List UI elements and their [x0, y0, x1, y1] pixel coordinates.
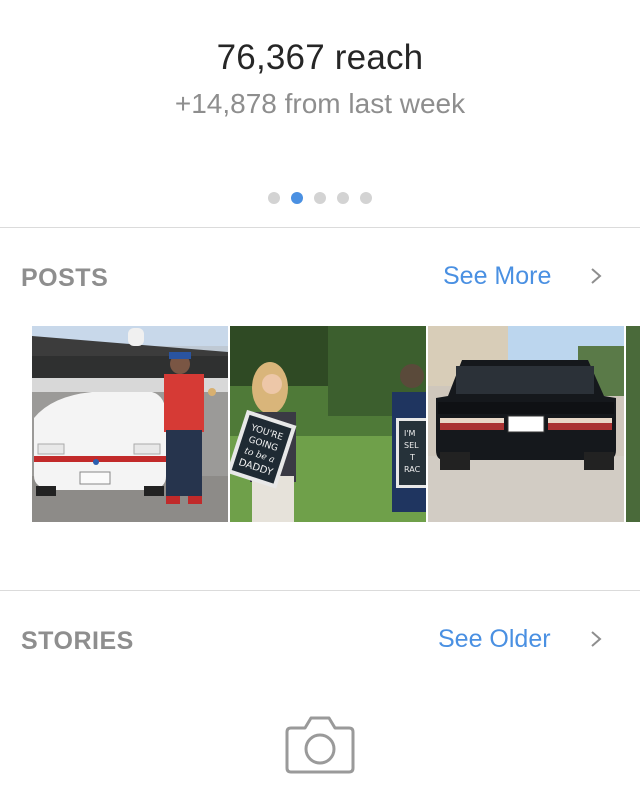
see-more-link[interactable]: See More [443, 262, 551, 291]
post-thumbnail-3[interactable] [428, 326, 624, 522]
posts-title: POSTS [21, 264, 109, 292]
sign2-line-1: I'M [404, 429, 416, 438]
sign2-line-2: SEL [404, 441, 419, 450]
page-dot-4[interactable] [337, 192, 349, 204]
page-dot-2-active[interactable] [291, 192, 303, 204]
carousel-page-indicator[interactable] [0, 192, 640, 204]
chevron-right-icon[interactable] [588, 265, 604, 287]
post-thumbnail-1[interactable] [32, 326, 228, 522]
see-older-link[interactable]: See Older [438, 625, 551, 654]
reach-metric: 76,367 reach +14,878 from last week [0, 38, 640, 120]
sign2-line-3: T [409, 453, 415, 462]
post-thumbnail-4-partial[interactable] [626, 326, 640, 522]
white-convertible-photo-icon [32, 326, 228, 522]
divider [0, 590, 640, 591]
posts-thumbnail-strip[interactable]: YOU'RE GOING to be a DADDY I'M SEL T RAC [32, 326, 640, 522]
divider [0, 227, 640, 228]
chevron-right-icon[interactable] [588, 628, 604, 650]
sign2-line-4: RAC [404, 465, 421, 474]
post-thumbnail-2[interactable]: YOU'RE GOING to be a DADDY I'M SEL T RAC [230, 326, 426, 522]
page-dot-5[interactable] [360, 192, 372, 204]
reach-delta: +14,878 from last week [174, 88, 466, 119]
black-car-rear-photo-icon [428, 326, 624, 522]
stories-title: STORIES [21, 627, 134, 655]
stories-header: STORIES See Older [0, 621, 640, 661]
camera-icon [285, 716, 355, 774]
pregnancy-announcement-photo-icon: YOU'RE GOING to be a DADDY I'M SEL T RAC [230, 326, 426, 522]
page-dot-1[interactable] [268, 192, 280, 204]
reach-value: 76,367 reach [216, 38, 424, 77]
posts-header: POSTS See More [0, 258, 640, 298]
page-dot-3[interactable] [314, 192, 326, 204]
